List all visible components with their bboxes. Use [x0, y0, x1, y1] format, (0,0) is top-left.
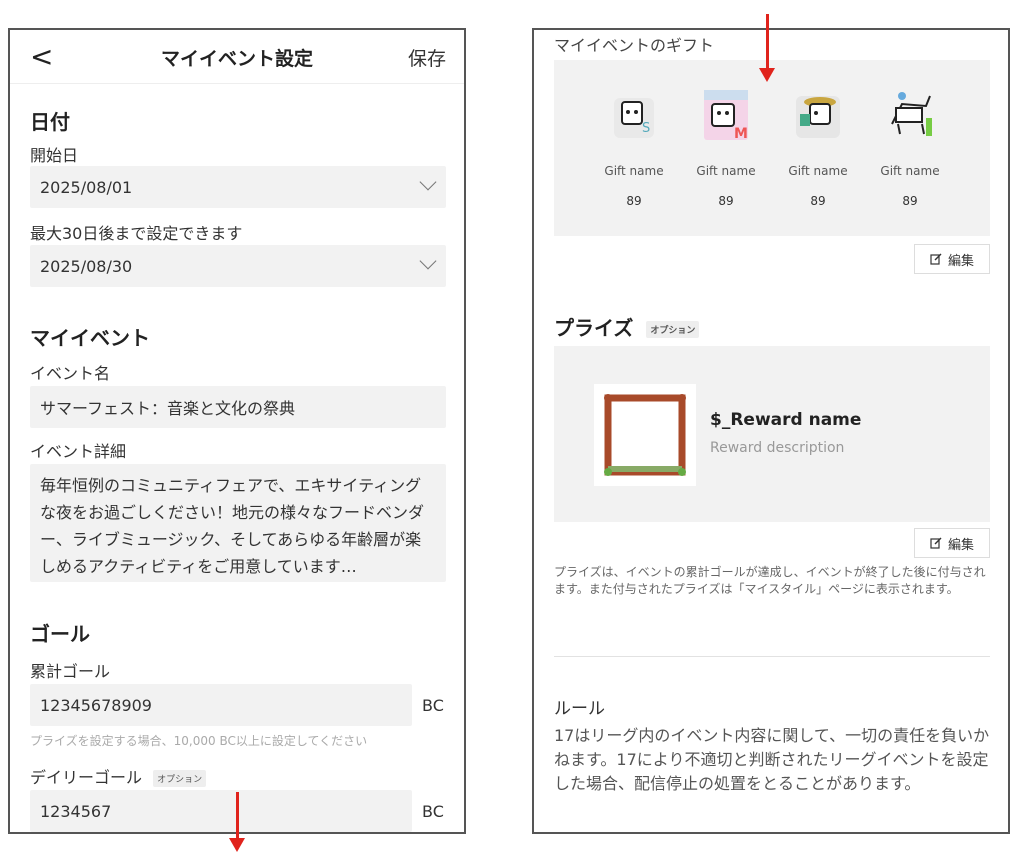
gift-image: M: [698, 84, 754, 144]
end-date-value: 2025/08/30: [40, 256, 133, 276]
daily-goal-label: デイリーゴール: [30, 768, 143, 787]
svg-text:M: M: [734, 126, 748, 142]
daily-goal-input[interactable]: 1234567: [30, 790, 412, 832]
start-date-select[interactable]: 2025/08/01: [30, 166, 446, 208]
rules-text: 17はリーグ内のイベント内容に関して、一切の責任を負いかねます。17により不適切…: [554, 726, 990, 793]
end-date-select[interactable]: 2025/08/30: [30, 245, 446, 287]
total-goal-input[interactable]: 12345678909: [30, 684, 412, 726]
gift-price: 89: [810, 194, 826, 208]
header-bar: < マイイベント設定 保存: [10, 30, 464, 84]
gift-edit-button[interactable]: 編集: [914, 244, 990, 274]
chevron-down-icon: [419, 252, 437, 270]
gift-price: 89: [626, 194, 642, 208]
svg-text:S: S: [642, 121, 650, 136]
event-settings-panel-scrolled: マイイベントのギフト S Gift name 89 M Gift name 89…: [532, 28, 1010, 834]
event-detail-textarea[interactable]: 毎年恒例のコミュニティフェアで、エキサイティングな夜をお過ごしください！地元の様…: [30, 464, 446, 582]
prize-card: $_Reward name Reward description: [554, 346, 990, 522]
edit-label: 編集: [947, 537, 974, 553]
optional-badge: オプション: [153, 770, 207, 787]
event-name-input[interactable]: サマーフェスト：音楽と文化の祭典: [30, 386, 446, 428]
prize-section-title: プライズ: [554, 316, 634, 340]
scroll-arrow-icon: [229, 792, 245, 852]
gift-name: Gift name: [788, 164, 848, 178]
gift-price: 89: [718, 194, 734, 208]
daily-goal-value: 1234567: [40, 801, 112, 821]
event-name-label: イベント名: [30, 364, 111, 383]
prize-edit-button[interactable]: 編集: [914, 528, 990, 558]
scroll-arrow-icon: [759, 14, 775, 82]
prize-section-title-row: プライズ オプション: [554, 312, 700, 341]
start-date-value: 2025/08/01: [40, 177, 133, 197]
prize-note: プライズは、イベントの累計ゴールが達成し、イベントが終了した後に付与されます。ま…: [554, 565, 986, 596]
gift-list: S Gift name 89 M Gift name 89 Gift name …: [554, 60, 990, 236]
gift-item[interactable]: S Gift name 89: [594, 84, 674, 208]
edit-icon: [930, 537, 942, 549]
page-title: マイイベント設定: [160, 48, 313, 70]
edit-icon: [930, 253, 942, 265]
end-date-label: 最大30日後まで設定できます: [30, 224, 243, 243]
gift-name: Gift name: [696, 164, 756, 178]
event-detail-label: イベント詳細: [30, 442, 127, 461]
gift-image: [882, 84, 938, 144]
divider: [554, 656, 990, 657]
gift-price: 89: [902, 194, 918, 208]
gift-item[interactable]: M Gift name 89: [686, 84, 766, 208]
chevron-down-icon: [419, 173, 437, 191]
daily-goal-unit: BC: [422, 802, 444, 821]
event-detail-value: 毎年恒例のコミュニティフェアで、エキサイティングな夜をお過ごしください！地元の様…: [40, 476, 425, 576]
start-date-label: 開始日: [30, 146, 79, 165]
total-goal-value: 12345678909: [40, 695, 152, 715]
total-goal-hint: プライズを設定する場合、10,000 BC以上に設定してください: [30, 734, 368, 748]
event-settings-panel: < マイイベント設定 保存 日付 開始日 2025/08/01 最大30日後まで…: [8, 28, 466, 834]
total-goal-label: 累計ゴール: [30, 662, 111, 681]
date-section-title: 日付: [30, 110, 70, 134]
save-button[interactable]: 保存: [408, 44, 446, 71]
gift-image: [790, 84, 846, 144]
gift-name: Gift name: [880, 164, 940, 178]
reward-description: Reward description: [710, 440, 845, 456]
daily-goal-label-row: デイリーゴール オプション: [30, 764, 207, 788]
total-goal-unit: BC: [422, 696, 444, 715]
reward-frame-image: [594, 384, 696, 486]
gift-item[interactable]: Gift name 89: [870, 84, 950, 208]
gift-name: Gift name: [604, 164, 664, 178]
goal-section-title: ゴール: [30, 622, 90, 646]
rules-section-title: ルール: [554, 699, 605, 719]
optional-badge: オプション: [646, 321, 700, 338]
gift-image: S: [606, 84, 662, 144]
my-event-section-title: マイイベント: [30, 326, 150, 350]
event-name-value: サマーフェスト：音楽と文化の祭典: [40, 399, 296, 418]
gift-item[interactable]: Gift name 89: [778, 84, 858, 208]
gift-section-title: マイイベントのギフト: [554, 36, 715, 55]
edit-label: 編集: [947, 253, 974, 269]
reward-name: $_Reward name: [710, 410, 862, 430]
